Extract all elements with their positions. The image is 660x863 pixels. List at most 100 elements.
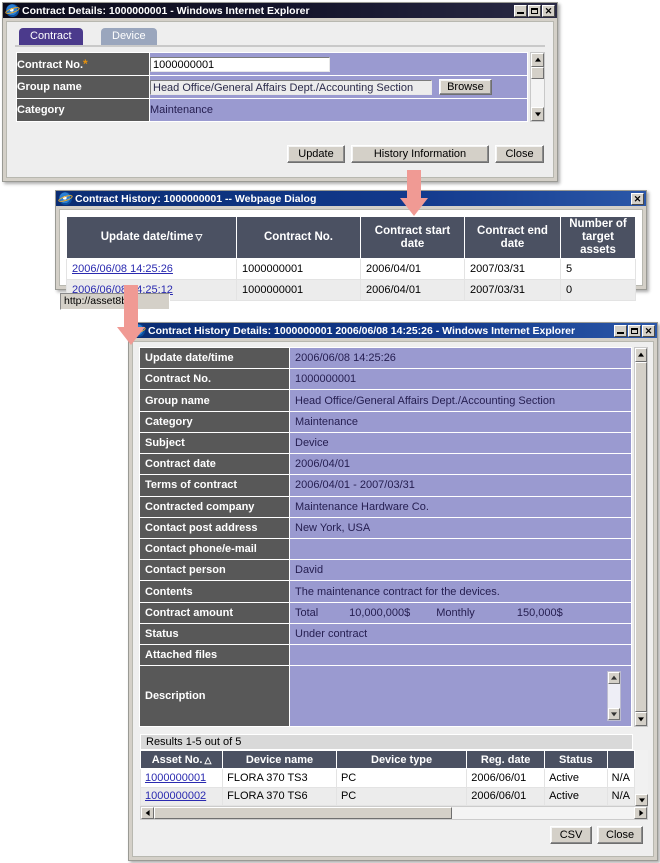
tabstrip-underline: [15, 45, 545, 47]
contract-history-window: Contract History: 1000000001 -- Webpage …: [55, 190, 647, 310]
column-header-number-of-target-assets[interactable]: Number of target assets: [560, 216, 636, 259]
window3-titlebar: Contract History Details: 1000000001 200…: [129, 323, 657, 338]
scroll-down-arrow-icon[interactable]: [608, 708, 620, 721]
detail-row-description: Description: [139, 665, 632, 727]
value-contact-person: David: [289, 559, 632, 582]
window3-vertical-scrollbar[interactable]: [634, 347, 648, 727]
close-button[interactable]: ✕: [631, 192, 644, 205]
assets-table-area: Asset No. Device name Device type Reg. d…: [139, 749, 648, 807]
group-name-input[interactable]: Head Office/General Affairs Dept./Accoun…: [150, 79, 432, 95]
column-header-extra[interactable]: [606, 749, 636, 770]
label-contract-no: Contract No.*: [16, 52, 150, 76]
scrollbar-track[interactable]: [635, 750, 648, 794]
value-description: [289, 665, 632, 727]
scrollbar-track[interactable]: [635, 362, 647, 712]
scroll-down-arrow-icon[interactable]: [635, 712, 647, 726]
window1-body: Contract Device Contract No.* 1000000001…: [6, 21, 554, 178]
browse-button[interactable]: Browse: [439, 79, 492, 95]
window2-body: Update date/time Contract No. Contract s…: [59, 209, 643, 310]
cell-asset-no: 1000000002: [139, 786, 224, 807]
value-terms-of-contract: 2006/04/01 - 2007/03/31: [289, 474, 632, 497]
assets-vertical-scrollbar[interactable]: [635, 750, 648, 806]
column-header-contract-no[interactable]: Contract No.: [236, 216, 361, 259]
value-update-datetime: 2006/06/08 14:25:26: [289, 346, 632, 370]
details-scroll-area: Update date/time 2006/06/08 14:25:26 Cont…: [139, 346, 648, 727]
cell-contract-start-date: 2006/04/01: [360, 279, 465, 301]
minimize-button[interactable]: [514, 4, 527, 17]
column-header-contract-start-date[interactable]: Contract start date: [360, 216, 465, 259]
scroll-right-arrow-icon[interactable]: [634, 807, 647, 819]
target-assets-table: Asset No. Device name Device type Reg. d…: [139, 749, 636, 807]
contract-no-input[interactable]: 1000000001: [150, 56, 330, 72]
tab-device[interactable]: Device: [101, 28, 157, 45]
tab-contract[interactable]: Contract: [19, 28, 83, 45]
label-contents: Contents: [139, 580, 290, 603]
assets-horizontal-scrollbar[interactable]: [140, 806, 648, 820]
detail-row: Contract amount Total 10,000,000$ Monthly 1…: [139, 601, 632, 624]
scroll-down-arrow-icon[interactable]: [531, 107, 544, 121]
scroll-down-arrow-icon[interactable]: [635, 794, 648, 806]
cell-contract-end-date: 2007/03/31: [464, 258, 561, 280]
close-button-window3[interactable]: Close: [597, 826, 643, 844]
maximize-button[interactable]: [528, 4, 541, 17]
scroll-up-arrow-icon[interactable]: [531, 53, 544, 67]
window3-body: Update date/time 2006/06/08 14:25:26 Cont…: [132, 341, 654, 857]
cell-extra: N/A: [606, 768, 636, 788]
column-header-contract-end-date[interactable]: Contract end date: [464, 216, 561, 259]
window1-vertical-scrollbar[interactable]: [530, 52, 545, 122]
scroll-up-arrow-icon[interactable]: [608, 672, 620, 685]
scrollbar-thumb[interactable]: [635, 362, 647, 712]
csv-button[interactable]: CSV: [550, 826, 592, 844]
cell-device-type: PC: [335, 786, 468, 807]
status-bar-url: http://asset8b/j: [60, 293, 170, 310]
contract-amount-monthly-label: Monthly: [436, 606, 475, 619]
detail-row: Subject Device: [139, 431, 632, 455]
minimize-button[interactable]: [614, 324, 627, 337]
arrow-history-row-to-history-details: [117, 285, 145, 347]
column-header-device-type[interactable]: Device type: [335, 749, 468, 770]
cell-contract-end-date: 2007/03/31: [464, 279, 561, 301]
description-textarea[interactable]: [295, 669, 631, 723]
column-header-asset-no[interactable]: Asset No.: [139, 749, 224, 770]
results-count-label: Results 1-5 out of 5: [140, 734, 633, 750]
column-header-reg-date[interactable]: Reg. date: [466, 749, 546, 770]
table-header-row: Asset No. Device name Device type Reg. d…: [139, 749, 636, 770]
value-contract-no: 1000000001: [289, 368, 632, 391]
label-description: Description: [139, 665, 290, 727]
window1-form-area: Contract No.* 1000000001 Group name Head…: [16, 52, 545, 122]
column-header-device-name[interactable]: Device name: [222, 749, 337, 770]
column-label: Asset No.: [151, 753, 203, 766]
scrollbar-track[interactable]: [608, 684, 620, 709]
required-asterisk-icon: *: [83, 57, 88, 71]
history-link[interactable]: 2006/06/08 14:25:26: [72, 263, 173, 275]
label-contracted-company: Contracted company: [139, 495, 290, 518]
label-contact-person: Contact person: [139, 559, 290, 582]
scrollbar-track[interactable]: [531, 67, 544, 107]
update-button[interactable]: Update: [287, 145, 345, 163]
window2-titlebar: Contract History: 1000000001 -- Webpage …: [56, 191, 646, 206]
value-group-name: Head Office/General Affairs Dept./Accoun…: [289, 389, 632, 412]
cell-status: Active: [544, 786, 608, 807]
close-button[interactable]: ✕: [642, 324, 655, 337]
scrollbar-track[interactable]: [154, 807, 634, 819]
close-button[interactable]: ✕: [542, 4, 555, 17]
scroll-up-arrow-icon[interactable]: [635, 348, 647, 362]
close-button-window1[interactable]: Close: [495, 145, 544, 163]
scrollbar-thumb[interactable]: [531, 67, 544, 79]
description-vertical-scrollbar[interactable]: [607, 671, 621, 722]
window1-tabstrip: Contract Device: [15, 26, 545, 47]
contract-amount-total-label: Total: [295, 606, 319, 619]
scrollbar-thumb[interactable]: [154, 807, 452, 819]
value-category: Maintenance: [149, 98, 528, 122]
column-header-update-datetime[interactable]: Update date/time: [66, 216, 237, 259]
asset-link[interactable]: 1000000002: [145, 790, 206, 802]
scroll-left-arrow-icon[interactable]: [141, 807, 154, 819]
history-information-button[interactable]: History Information: [351, 145, 489, 163]
asset-link[interactable]: 1000000001: [145, 772, 206, 784]
detail-row: Contact person David: [139, 559, 632, 582]
cell-contract-no: 1000000001: [236, 279, 361, 301]
column-header-status[interactable]: Status: [544, 749, 608, 770]
maximize-button[interactable]: [628, 324, 641, 337]
value-contract-amount: Total 10,000,000$ Monthly 150,000$: [289, 601, 632, 624]
value-attached-files: [289, 644, 632, 667]
